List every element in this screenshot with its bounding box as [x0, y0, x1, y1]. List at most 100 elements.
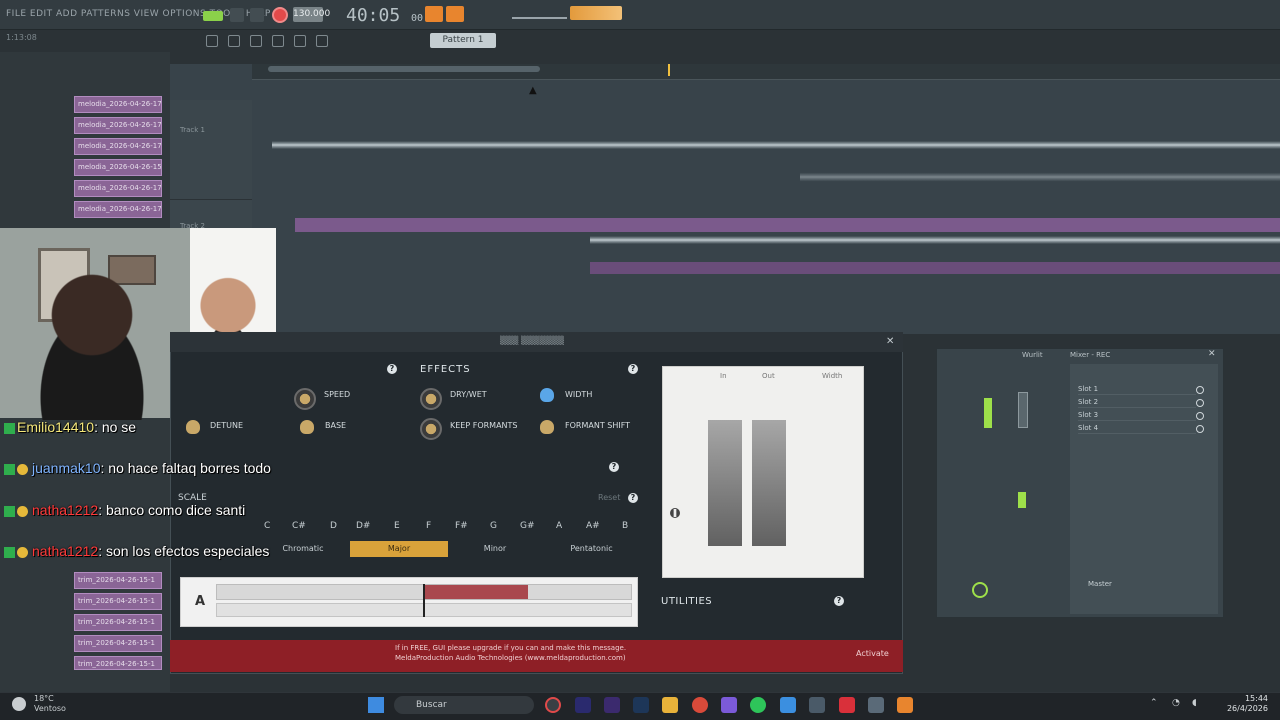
- help-icon[interactable]: ?: [834, 596, 844, 606]
- scale-option-major[interactable]: Major: [350, 541, 448, 557]
- playlist-scrollbar[interactable]: [268, 66, 540, 72]
- app-icon[interactable]: [545, 697, 561, 713]
- close-icon[interactable]: ✕: [1208, 349, 1216, 359]
- browser-clip[interactable]: trim_2026-04-26-15-1: [74, 614, 162, 631]
- close-icon[interactable]: ✕: [886, 336, 894, 347]
- insert-slot[interactable]: Slot 1: [1078, 385, 1196, 395]
- browser-clip[interactable]: trim_2026-04-26-15-1: [74, 572, 162, 589]
- key-button[interactable]: D#: [356, 521, 370, 531]
- record-button[interactable]: [272, 7, 288, 23]
- stop-button[interactable]: [250, 8, 264, 22]
- app-icon[interactable]: [604, 697, 620, 713]
- tempo-display[interactable]: 130.000: [293, 7, 330, 22]
- playlist-area[interactable]: [170, 64, 1280, 334]
- browser-clip[interactable]: melodia_2026-04-26-17-1: [74, 180, 162, 197]
- key-button[interactable]: A: [556, 521, 562, 531]
- keep-formants-knob[interactable]: [420, 418, 442, 440]
- channel-fader[interactable]: [984, 398, 992, 428]
- detune-knob[interactable]: [186, 420, 200, 434]
- key-button[interactable]: F#: [455, 521, 468, 531]
- browser-icon[interactable]: [294, 35, 306, 47]
- metronome-button[interactable]: [425, 6, 443, 22]
- key-button[interactable]: G#: [520, 521, 535, 531]
- taskbar-search[interactable]: Buscar: [394, 696, 534, 714]
- key-button[interactable]: E: [394, 521, 400, 531]
- width-knob[interactable]: [540, 388, 554, 402]
- key-button[interactable]: D: [330, 521, 337, 531]
- base-label: BASE: [325, 421, 347, 430]
- weather-widget[interactable]: 18°C Ventoso: [34, 694, 66, 714]
- pause-icon[interactable]: ❚: [670, 508, 680, 518]
- key-button[interactable]: C: [264, 521, 270, 531]
- formant-shift-knob[interactable]: [540, 420, 554, 434]
- key-button[interactable]: A#: [586, 521, 600, 531]
- fl-studio-icon[interactable]: [897, 697, 913, 713]
- mixer-output[interactable]: Master: [1088, 580, 1112, 588]
- playlist-icon[interactable]: [206, 35, 218, 47]
- chevron-up-icon[interactable]: ⌃: [1150, 698, 1158, 708]
- volume-icon[interactable]: ◖: [1192, 698, 1197, 708]
- slot-enable-toggle[interactable]: [1196, 412, 1204, 420]
- scale-option-chromatic[interactable]: Chromatic: [258, 541, 348, 557]
- app-icon[interactable]: [633, 697, 649, 713]
- reset-button[interactable]: Reset: [598, 493, 620, 502]
- slot-enable-toggle[interactable]: [1196, 399, 1204, 407]
- track-header-1[interactable]: Track 1: [170, 100, 252, 200]
- app-icon[interactable]: [575, 697, 591, 713]
- weather-icon[interactable]: [12, 697, 26, 711]
- browser-clip[interactable]: trim_2026-04-26-15-1: [74, 635, 162, 652]
- browser-clip[interactable]: trim_2026-04-26-15-1: [74, 656, 162, 670]
- pattern-selector[interactable]: Pattern 1: [430, 33, 496, 48]
- key-button[interactable]: G: [490, 521, 497, 531]
- help-icon[interactable]: ?: [387, 364, 397, 374]
- key-button[interactable]: B: [622, 521, 628, 531]
- app-icon[interactable]: [809, 697, 825, 713]
- insert-slot[interactable]: Slot 2: [1078, 398, 1196, 408]
- slot-enable-toggle[interactable]: [1196, 386, 1204, 394]
- spotify-icon[interactable]: [750, 697, 766, 713]
- help-icon[interactable]: ?: [628, 493, 638, 503]
- pattern-song-toggle[interactable]: [203, 11, 223, 21]
- chrome-icon[interactable]: [692, 697, 708, 713]
- send-fader[interactable]: [1018, 492, 1026, 508]
- help-icon[interactable]: ?: [628, 364, 638, 374]
- app-icon[interactable]: [721, 697, 737, 713]
- browser-clip[interactable]: melodia_2026-04-26-17-1: [74, 96, 162, 113]
- pan-knob[interactable]: [972, 582, 988, 598]
- app-icon[interactable]: [780, 697, 796, 713]
- browser-clip[interactable]: melodia_2026-04-26-17-1: [74, 138, 162, 155]
- plugin-picker-icon[interactable]: [316, 35, 328, 47]
- audio-clip-waveform[interactable]: [800, 155, 1280, 199]
- scale-option-pentatonic[interactable]: Pentatonic: [545, 541, 638, 557]
- channel-rack-icon[interactable]: [250, 35, 262, 47]
- playhead-marker[interactable]: [668, 64, 670, 76]
- insert-slot[interactable]: Slot 4: [1078, 424, 1196, 434]
- countdown-button[interactable]: [446, 6, 464, 22]
- piano-roll-icon[interactable]: [228, 35, 240, 47]
- browser-clip[interactable]: trim_2026-04-26-15-1: [74, 593, 162, 610]
- mixer-icon[interactable]: [272, 35, 284, 47]
- folder-icon[interactable]: [662, 697, 678, 713]
- scale-option-minor[interactable]: Minor: [450, 541, 540, 557]
- speed-knob[interactable]: [294, 388, 316, 410]
- app-icon[interactable]: [839, 697, 855, 713]
- audio-clip-waveform[interactable]: [590, 220, 1280, 260]
- drywet-knob[interactable]: [420, 388, 442, 410]
- insert-slot[interactable]: Slot 3: [1078, 411, 1196, 421]
- windows-start-icon[interactable]: [368, 697, 384, 713]
- app-icon[interactable]: [868, 697, 884, 713]
- network-icon[interactable]: ◔: [1172, 698, 1180, 708]
- help-icon[interactable]: ?: [609, 462, 619, 472]
- browser-clip[interactable]: melodia_2026-04-26-17-1: [74, 117, 162, 134]
- master-fader[interactable]: [1018, 392, 1028, 428]
- browser-clip[interactable]: melodia_2026-04-26-15-1: [74, 159, 162, 176]
- slot-enable-toggle[interactable]: [1196, 425, 1204, 433]
- key-button[interactable]: C#: [292, 521, 306, 531]
- key-button[interactable]: F: [426, 521, 431, 531]
- play-button[interactable]: [230, 8, 244, 22]
- base-knob[interactable]: [300, 420, 314, 434]
- audio-clip-3[interactable]: [590, 262, 1280, 274]
- taskbar-clock[interactable]: 15:44 26/4/2026: [1222, 694, 1268, 714]
- browser-clip[interactable]: melodia_2026-04-26-17-2: [74, 201, 162, 218]
- activate-button[interactable]: Activate: [856, 649, 889, 658]
